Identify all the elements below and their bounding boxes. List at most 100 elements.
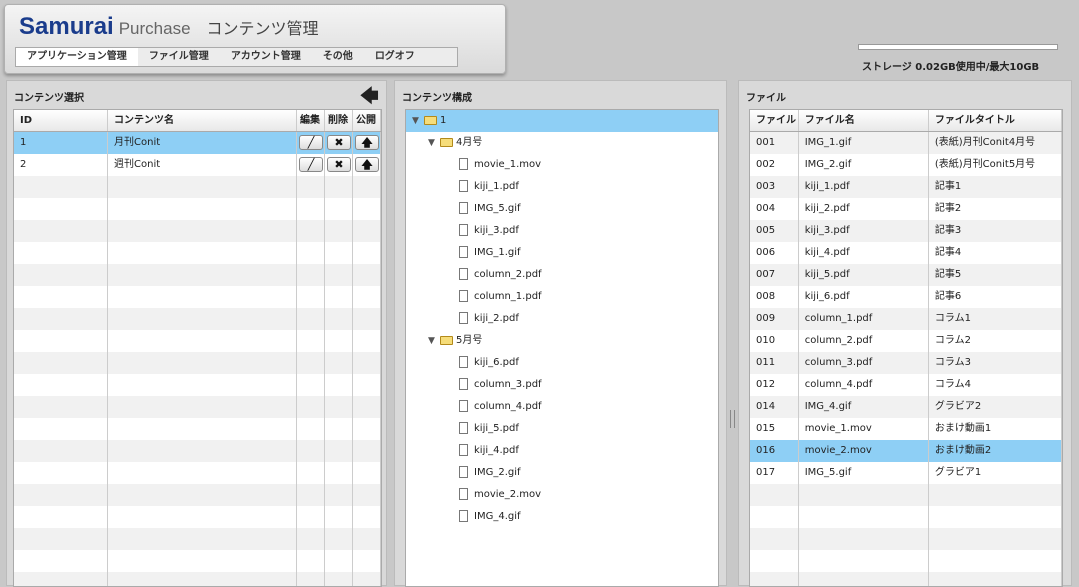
folder-icon: [440, 137, 453, 147]
tree-file[interactable]: kiji_3.pdf: [459, 220, 519, 242]
nav-tab-1[interactable]: ファイル管理: [138, 48, 220, 66]
file-cell: 001: [750, 132, 799, 154]
panel-splitter[interactable]: [730, 410, 735, 428]
pencil-icon[interactable]: ╱: [299, 135, 323, 150]
id-cell: 2: [14, 154, 108, 176]
column-header: 編集: [297, 110, 325, 131]
cell: [325, 374, 353, 396]
table-row[interactable]: 014 IMG_4.gif グラビア2: [750, 396, 1062, 418]
nav-tab-3[interactable]: その他: [312, 48, 364, 66]
table-row[interactable]: 1 月刊Conit ╱ ✖ 🡅: [14, 132, 381, 154]
table-row[interactable]: 004 kiji_2.pdf 記事2: [750, 198, 1062, 220]
cell: [108, 396, 297, 418]
file-cell: 010: [750, 330, 799, 352]
table-row[interactable]: 009 column_1.pdf コラム1: [750, 308, 1062, 330]
file-cell: おまけ動画2: [929, 440, 1062, 462]
table-row[interactable]: 008 kiji_6.pdf 記事6: [750, 286, 1062, 308]
tree-file[interactable]: kiji_4.pdf: [459, 440, 519, 462]
cell: [14, 220, 108, 242]
table-row[interactable]: 006 kiji_4.pdf 記事4: [750, 242, 1062, 264]
tree-node-label: kiji_3.pdf: [474, 225, 519, 236]
table-row[interactable]: 010 column_2.pdf コラム2: [750, 330, 1062, 352]
expand-toggle-icon[interactable]: ▼: [412, 110, 424, 132]
page-title: コンテンツ管理: [206, 19, 319, 38]
tree-file[interactable]: IMG_2.gif: [459, 462, 521, 484]
x-icon[interactable]: ✖: [327, 135, 351, 150]
tree-file[interactable]: kiji_6.pdf: [459, 352, 519, 374]
table-row[interactable]: 002 IMG_2.gif (表紙)月刊Conit5月号: [750, 154, 1062, 176]
file-table-header: ファイル ファイル名 ファイルタイトル: [750, 110, 1062, 132]
cell: 🡅: [353, 154, 381, 176]
file-cell: 記事1: [929, 176, 1062, 198]
expand-toggle-icon[interactable]: ▼: [428, 330, 440, 352]
cell: [108, 418, 297, 440]
table-row[interactable]: 016 movie_2.mov おまけ動画2: [750, 440, 1062, 462]
up-arrow-icon[interactable]: 🡅: [355, 135, 379, 150]
tree-folder[interactable]: ▼ 5月号: [428, 330, 482, 352]
table-row[interactable]: 017 IMG_5.gif グラビア1: [750, 462, 1062, 484]
tree-file[interactable]: column_4.pdf: [459, 396, 542, 418]
tree-node-label: movie_1.mov: [474, 159, 542, 170]
table-row: [14, 264, 381, 286]
tree-root-folder[interactable]: ▼ 1: [406, 110, 718, 132]
cell: ╱: [297, 154, 325, 176]
up-arrow-icon[interactable]: 🡅: [355, 157, 379, 172]
table-row: [14, 396, 381, 418]
tree-file[interactable]: IMG_4.gif: [459, 506, 521, 528]
cell: [297, 572, 325, 586]
nav-tab-4[interactable]: ログオフ: [364, 48, 426, 66]
file-icon: [459, 312, 468, 324]
file-icon: [459, 268, 468, 280]
file-cell: kiji_5.pdf: [799, 264, 929, 286]
table-row: [14, 286, 381, 308]
table-row[interactable]: 007 kiji_5.pdf 記事5: [750, 264, 1062, 286]
file-icon: [459, 488, 468, 500]
cell: [14, 506, 108, 528]
nav-tab-0[interactable]: アプリケーション管理: [16, 48, 138, 66]
tree-file[interactable]: kiji_2.pdf: [459, 308, 519, 330]
table-row[interactable]: 011 column_3.pdf コラム3: [750, 352, 1062, 374]
tree-file[interactable]: movie_1.mov: [459, 154, 541, 176]
content-structure-title: コンテンツ構成: [402, 93, 472, 104]
file-cell: 017: [750, 462, 799, 484]
file-icon: [459, 246, 468, 258]
cell: [353, 572, 381, 586]
tree-file[interactable]: column_2.pdf: [459, 264, 542, 286]
tree-file[interactable]: kiji_1.pdf: [459, 176, 519, 198]
cell: [353, 308, 381, 330]
tree-file[interactable]: column_1.pdf: [459, 286, 542, 308]
tree-file[interactable]: movie_2.mov: [459, 484, 541, 506]
pencil-icon[interactable]: ╱: [299, 157, 323, 172]
tree-node-label: kiji_5.pdf: [474, 423, 519, 434]
table-row[interactable]: 015 movie_1.mov おまけ動画1: [750, 418, 1062, 440]
expand-toggle-icon[interactable]: ▼: [428, 132, 440, 154]
table-row[interactable]: 005 kiji_3.pdf 記事3: [750, 220, 1062, 242]
brand-purchase: Purchase: [118, 19, 191, 38]
tree-folder[interactable]: ▼ 4月号: [428, 132, 482, 154]
file-cell: 005: [750, 220, 799, 242]
file-cell: movie_2.mov: [799, 440, 929, 462]
tree-file[interactable]: IMG_5.gif: [459, 198, 521, 220]
x-icon[interactable]: ✖: [327, 157, 351, 172]
tree-node-label: 1: [440, 115, 447, 126]
cell: [297, 462, 325, 484]
cell: [297, 484, 325, 506]
table-row: [14, 572, 381, 586]
file-cell: column_2.pdf: [799, 330, 929, 352]
nav-tab-2[interactable]: アカウント管理: [220, 48, 312, 66]
file-cell: IMG_1.gif: [799, 132, 929, 154]
table-row[interactable]: 012 column_4.pdf コラム4: [750, 374, 1062, 396]
table-row[interactable]: 2 週刊Conit ╱ ✖ 🡅: [14, 154, 381, 176]
cell: [14, 198, 108, 220]
cell: [108, 550, 297, 572]
tree-file[interactable]: column_3.pdf: [459, 374, 542, 396]
file-cell: IMG_2.gif: [799, 154, 929, 176]
file-cell: kiji_4.pdf: [799, 242, 929, 264]
tree-file[interactable]: kiji_5.pdf: [459, 418, 519, 440]
table-row[interactable]: 003 kiji_1.pdf 記事1: [750, 176, 1062, 198]
table-row[interactable]: 001 IMG_1.gif (表紙)月刊Conit4月号: [750, 132, 1062, 154]
cell: [929, 484, 1062, 506]
tree-file[interactable]: IMG_1.gif: [459, 242, 521, 264]
table-row: [750, 550, 1062, 572]
cell: [353, 484, 381, 506]
